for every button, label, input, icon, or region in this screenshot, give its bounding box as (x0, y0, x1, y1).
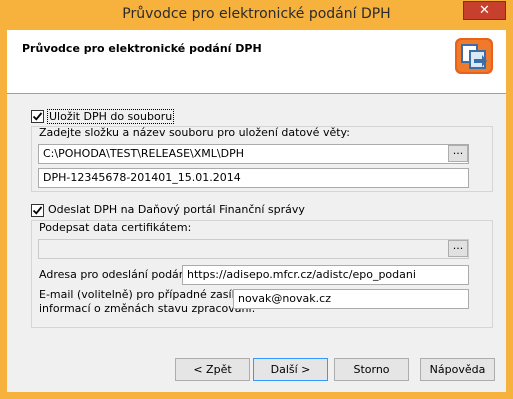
dialog-client-area: Průvodce pro elektronické podání DPH Ulo… (7, 30, 506, 392)
help-button[interactable]: Nápověda (420, 358, 495, 381)
cancel-button-label: Storno (353, 363, 390, 376)
send-dph-checkbox[interactable] (31, 204, 44, 217)
wizard-header: Průvodce pro elektronické podání DPH (7, 30, 506, 94)
certificate-field[interactable] (38, 239, 469, 259)
send-address-label: Adresa pro odeslání podání: (39, 268, 193, 281)
email-field[interactable]: novak@novak.cz (233, 289, 469, 309)
send-dph-label[interactable]: Odeslat DPH na Daňový portál Finanční sp… (48, 203, 305, 216)
save-dph-label[interactable]: Uložit DPH do souboru (47, 109, 175, 124)
help-button-label: Nápověda (429, 363, 486, 376)
email-label-line2: informací o změnách stavu zpracování: (39, 302, 256, 315)
next-button[interactable]: Další > (253, 358, 328, 381)
next-button-label: Další > (270, 363, 311, 376)
sign-certificate-label: Podepsat data certifikátem: (39, 221, 192, 234)
certificate-browse-button[interactable]: ... (448, 240, 468, 257)
file-name-field[interactable]: DPH-12345678-201401_15.01.2014 (38, 168, 469, 188)
wizard-window: Průvodce pro elektronické podání DPH ✕ P… (0, 0, 513, 399)
save-folder-prompt: Zadejte složku a název souboru pro ulože… (39, 126, 350, 139)
cancel-button[interactable]: Storno (334, 358, 409, 381)
wizard-logo-icon (455, 38, 493, 74)
window-title: Průvodce pro elektronické podání DPH (122, 6, 391, 22)
title-bar: Průvodce pro elektronické podání DPH ✕ (0, 0, 513, 30)
close-button[interactable]: ✕ (463, 1, 506, 20)
folder-path-field[interactable]: C:\POHODA\TEST\RELEASE\XML\DPH (38, 144, 469, 164)
save-dph-checkbox[interactable] (31, 110, 44, 123)
header-title: Průvodce pro elektronické podání DPH (22, 42, 262, 55)
email-label-line1: E-mail (volitelně) pro případné zasílání (39, 288, 252, 301)
back-button[interactable]: < Zpět (175, 358, 250, 381)
folder-browse-button[interactable]: ... (448, 145, 468, 162)
send-address-field[interactable]: https://adisepo.mfcr.cz/adistc/epo_podan… (182, 265, 469, 285)
back-button-label: < Zpět (193, 363, 232, 376)
